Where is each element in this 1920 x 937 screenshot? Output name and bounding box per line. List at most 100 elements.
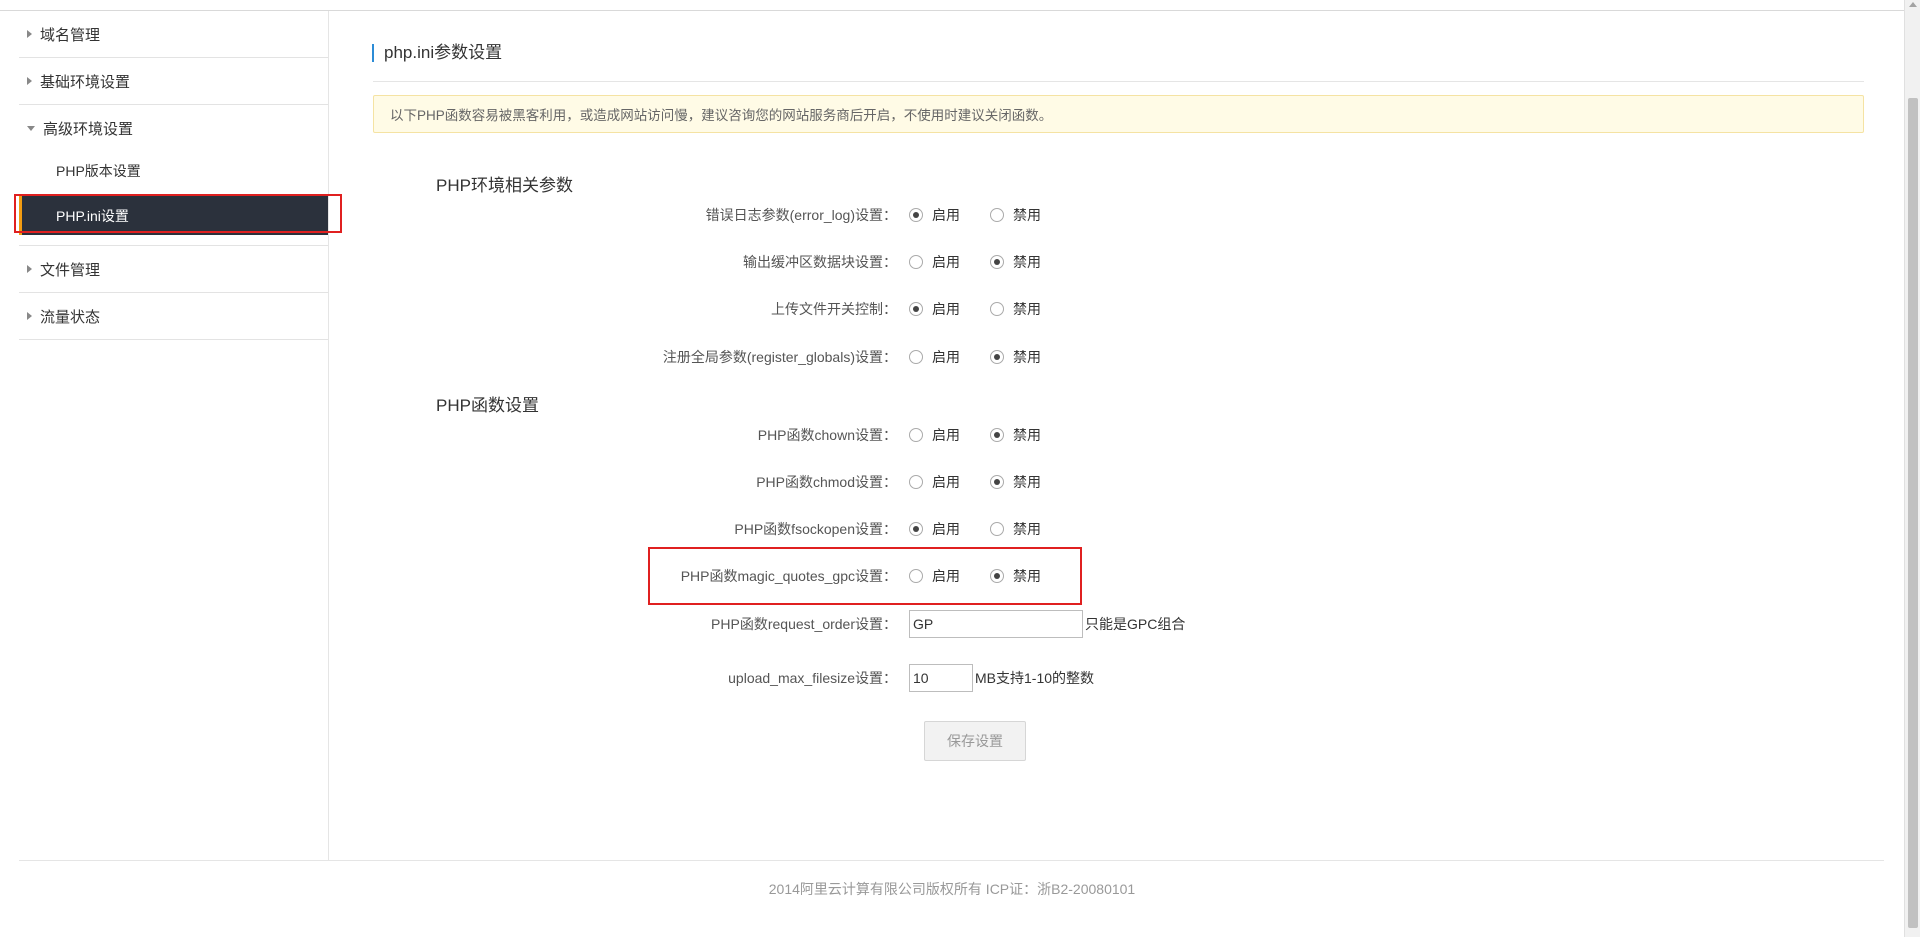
scrollbar-thumb[interactable] [1908, 98, 1918, 928]
request-order-input[interactable] [909, 610, 1083, 638]
radio-unchecked-icon[interactable] [909, 569, 923, 583]
radio-enable[interactable]: 启用 [909, 519, 960, 539]
caret-right-icon [27, 30, 32, 38]
radio-checked-icon[interactable] [909, 302, 923, 316]
caret-down-icon [27, 126, 35, 131]
sidebar-item-file-manage[interactable]: 文件管理 [19, 246, 328, 293]
radio-disable[interactable]: 禁用 [990, 472, 1041, 492]
upload-max-filesize-input[interactable] [909, 664, 973, 692]
radio-checked-icon[interactable] [909, 522, 923, 536]
radio-unchecked-icon[interactable] [990, 522, 1004, 536]
radio-label: 启用 [932, 474, 960, 490]
sidebar-item-advanced-env[interactable]: 高级环境设置 [19, 105, 328, 152]
radio-checked-icon[interactable] [990, 475, 1004, 489]
setting-label: PHP函数fsockopen设置： [734, 521, 897, 537]
sidebar-subitem-label: PHP.ini设置 [56, 207, 129, 224]
sidebar-item-domain[interactable]: 域名管理 [19, 11, 328, 58]
radio-enable[interactable]: 启用 [909, 299, 960, 319]
section-title-php-env: PHP环境相关参数 [436, 176, 573, 195]
radio-unchecked-icon[interactable] [909, 350, 923, 364]
radio-checked-icon[interactable] [909, 208, 923, 222]
vertical-scrollbar[interactable] [1904, 0, 1920, 937]
scroll-up-icon[interactable] [1909, 2, 1917, 7]
sidebar: 域名管理 基础环境设置 高级环境设置 PHP版本设置 PHP.ini设置 文件管… [19, 11, 329, 861]
sidebar-item-label: 文件管理 [40, 261, 101, 279]
radio-unchecked-icon[interactable] [990, 208, 1004, 222]
radio-enable[interactable]: 启用 [909, 205, 960, 225]
save-settings-button[interactable]: 保存设置 [924, 721, 1026, 761]
footer-copyright: 2014阿里云计算有限公司版权所有 ICP证：浙B2-20080101 [768, 881, 1136, 897]
top-rule [0, 0, 1904, 11]
radio-unchecked-icon[interactable] [990, 302, 1004, 316]
sidebar-subitem-php-ini[interactable]: PHP.ini设置 [19, 196, 328, 235]
radio-unchecked-icon[interactable] [909, 255, 923, 269]
setting-row-register-globals: 注册全局参数(register_globals)设置： 启用 禁用 [330, 342, 1330, 372]
section-title-php-functions: PHP函数设置 [436, 396, 539, 415]
caret-right-icon [27, 312, 32, 320]
setting-label: 输出缓冲区数据块设置： [743, 254, 897, 270]
radio-checked-icon[interactable] [990, 255, 1004, 269]
setting-row-chmod: PHP函数chmod设置： 启用 禁用 [330, 467, 1330, 497]
setting-label: PHP函数chown设置： [757, 427, 897, 443]
radio-enable[interactable]: 启用 [909, 252, 960, 272]
radio-label: 启用 [932, 349, 960, 365]
sidebar-subitem-label: PHP版本设置 [56, 163, 141, 179]
radio-unchecked-icon[interactable] [909, 428, 923, 442]
radio-label: 禁用 [1013, 349, 1041, 365]
setting-row-upload-max-filesize: upload_max_filesize设置： MB支持1-10的整数 [330, 663, 1330, 693]
radio-checked-icon[interactable] [990, 569, 1004, 583]
caret-right-icon [27, 265, 32, 273]
radio-label: 禁用 [1013, 301, 1041, 317]
footer-divider [19, 860, 1884, 861]
page-title: php.ini参数设置 [372, 44, 502, 62]
sidebar-group-advanced-env: 高级环境设置 PHP版本设置 PHP.ini设置 [19, 105, 328, 246]
warning-notice: 以下PHP函数容易被黑客利用，或造成网站访问慢，建议咨询您的网站服务商后开启，不… [373, 95, 1864, 133]
setting-label: 注册全局参数(register_globals)设置： [662, 349, 897, 365]
radio-label: 禁用 [1013, 254, 1041, 270]
radio-label: 启用 [932, 521, 960, 537]
radio-disable[interactable]: 禁用 [990, 205, 1041, 225]
radio-unchecked-icon[interactable] [909, 475, 923, 489]
sidebar-item-basic-env[interactable]: 基础环境设置 [19, 58, 328, 105]
sidebar-item-label: 域名管理 [40, 26, 101, 44]
radio-label: 禁用 [1013, 568, 1041, 584]
radio-enable[interactable]: 启用 [909, 472, 960, 492]
radio-label: 启用 [932, 568, 960, 584]
radio-label: 禁用 [1013, 521, 1041, 537]
radio-enable[interactable]: 启用 [909, 425, 960, 445]
radio-disable[interactable]: 禁用 [990, 252, 1041, 272]
radio-checked-icon[interactable] [990, 350, 1004, 364]
radio-label: 禁用 [1013, 427, 1041, 443]
notice-text: 以下PHP函数容易被黑客利用，或造成网站访问慢，建议咨询您的网站服务商后开启，不… [390, 108, 1053, 123]
upload-max-filesize-hint: MB支持1-10的整数 [975, 670, 1095, 686]
setting-label: 错误日志参数(error_log)设置： [705, 207, 897, 223]
radio-disable[interactable]: 禁用 [990, 299, 1041, 319]
sidebar-item-label: 高级环境设置 [43, 121, 134, 138]
title-divider [373, 81, 1864, 82]
radio-disable[interactable]: 禁用 [990, 425, 1041, 445]
radio-label: 禁用 [1013, 207, 1041, 223]
radio-enable[interactable]: 启用 [909, 566, 960, 586]
request-order-hint: 只能是GPC组合 [1085, 616, 1186, 632]
radio-disable[interactable]: 禁用 [990, 519, 1041, 539]
setting-row-request-order: PHP函数request_order设置： 只能是GPC组合 [330, 609, 1330, 639]
setting-label: PHP函数chmod设置： [756, 474, 897, 490]
setting-row-chown: PHP函数chown设置： 启用 禁用 [330, 420, 1330, 450]
setting-label: upload_max_filesize设置： [728, 670, 897, 686]
radio-label: 启用 [932, 254, 960, 270]
setting-row-file-uploads: 上传文件开关控制： 启用 禁用 [330, 294, 1330, 324]
radio-disable[interactable]: 禁用 [990, 347, 1041, 367]
sidebar-item-traffic-status[interactable]: 流量状态 [19, 293, 328, 340]
radio-checked-icon[interactable] [990, 428, 1004, 442]
setting-row-magic-quotes-gpc: PHP函数magic_quotes_gpc设置： 启用 禁用 [330, 561, 1330, 591]
setting-label: PHP函数magic_quotes_gpc设置： [680, 568, 897, 584]
radio-enable[interactable]: 启用 [909, 347, 960, 367]
sidebar-subitem-php-version[interactable]: PHP版本设置 [19, 152, 328, 190]
radio-disable[interactable]: 禁用 [990, 566, 1041, 586]
sidebar-item-label: 流量状态 [40, 308, 101, 326]
radio-label: 启用 [932, 427, 960, 443]
main-content: php.ini参数设置 以下PHP函数容易被黑客利用，或造成网站访问慢，建议咨询… [330, 11, 1904, 861]
setting-label: 上传文件开关控制： [771, 301, 897, 317]
setting-label: PHP函数request_order设置： [711, 616, 897, 632]
radio-label: 禁用 [1013, 474, 1041, 490]
